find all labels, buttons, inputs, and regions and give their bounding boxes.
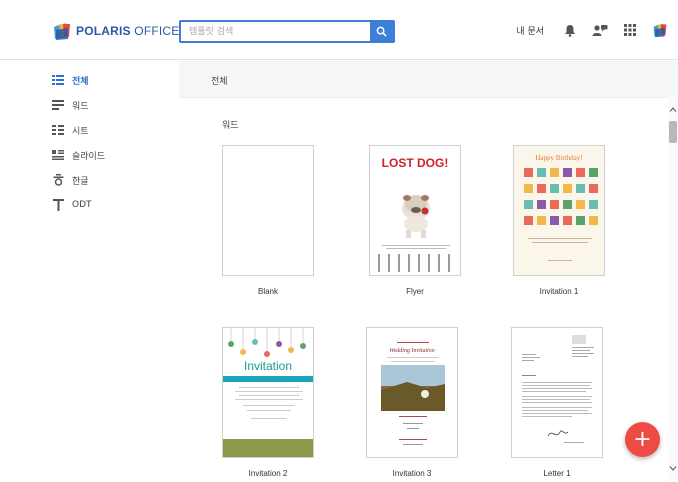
template-label: Blank	[257, 287, 278, 296]
template-label: Invitation 3	[392, 469, 432, 478]
page-title: 전체	[211, 77, 228, 87]
sidebar-item-label: 워드	[72, 101, 89, 112]
polaris-logo[interactable]: POLARIS OFFICE	[52, 21, 179, 41]
all-list-icon	[52, 74, 64, 86]
template-card-invitation-3[interactable]: Wedding Invitation Invitation 3	[366, 327, 458, 478]
hanging-ornaments	[223, 328, 313, 457]
sidebar-item-hangul[interactable]: 한글	[52, 171, 89, 189]
header-actions: 내 문서	[516, 22, 668, 38]
logo-text: POLARIS OFFICE	[76, 24, 180, 38]
sidebar-item-label: ODT	[72, 200, 92, 210]
template-card-flyer[interactable]: LOST DOG! Flyer	[369, 145, 461, 296]
sidebar-item-label: 시트	[72, 126, 89, 137]
scroll-up-arrow-icon[interactable]	[668, 103, 678, 115]
search-icon	[376, 26, 387, 37]
sidebar-item-all[interactable]: 전체	[52, 71, 89, 89]
apps-grid-icon[interactable]	[622, 22, 638, 38]
template-search	[179, 20, 395, 43]
sidebar-item-label: 한글	[72, 176, 89, 187]
account-profile-icon[interactable]	[652, 22, 668, 38]
template-card-letter-1[interactable]: Letter 1	[511, 327, 603, 478]
search-button[interactable]	[370, 22, 393, 41]
odt-icon	[52, 199, 64, 211]
sidebar-item-word[interactable]: 워드	[52, 96, 89, 114]
wedding-photo	[381, 342, 445, 445]
sidebar-item-slide[interactable]: 슬라이드	[52, 146, 105, 164]
my-documents-link[interactable]: 내 문서	[516, 24, 544, 37]
sidebar-item-label: 슬라이드	[72, 151, 106, 162]
sheet-icon	[52, 124, 64, 136]
polaris-logo-icon	[54, 23, 70, 40]
invitation-headline: Invitation	[243, 359, 293, 373]
template-thumbnail	[222, 145, 314, 276]
template-search-input[interactable]	[181, 22, 370, 41]
sidebar-item-label: 전체	[72, 76, 89, 87]
content-scrollbar[interactable]	[668, 97, 678, 482]
category-sidebar: 전체 워드 시트 슬라이드 한글 ODT	[0, 61, 179, 482]
template-thumbnail: Happy Birthday!	[513, 145, 605, 276]
birthday-icons-grid	[524, 168, 598, 261]
notification-bell-icon[interactable]	[562, 22, 578, 38]
scrollbar-thumb[interactable]	[669, 121, 677, 143]
share-users-icon[interactable]	[592, 22, 608, 38]
add-template-button[interactable]: +	[625, 422, 660, 457]
template-card-invitation-2[interactable]: Invitation Invitation 2	[222, 327, 314, 478]
slide-icon	[52, 149, 64, 161]
template-panel: 워드 Blank LOST DOG! Flyer Happy Birthday!…	[179, 97, 668, 482]
template-card-invitation-1[interactable]: Happy Birthday! Invitation 1	[513, 145, 605, 296]
template-label: Invitation 1	[539, 287, 579, 296]
hangul-icon	[52, 174, 64, 186]
template-thumbnail: LOST DOG!	[369, 145, 461, 276]
app-header: POLARIS OFFICE 내 문서	[0, 0, 678, 60]
template-thumbnail: Invitation	[222, 327, 314, 458]
section-title: 워드	[222, 121, 239, 131]
template-label: Letter 1	[543, 469, 571, 478]
template-label: Flyer	[406, 287, 424, 296]
sidebar-item-odt[interactable]: ODT	[52, 196, 92, 214]
word-doc-icon	[52, 99, 64, 111]
template-label: Invitation 2	[248, 469, 288, 478]
sidebar-item-sheet[interactable]: 시트	[52, 121, 89, 139]
polaris-office-window: ? – □ × POLARIS OFFICE 내 문서	[0, 0, 678, 482]
letter-preview	[522, 335, 594, 443]
template-content-area: 전체 워드 Blank LOST DOG! Flyer Happy Birthd…	[179, 61, 678, 482]
template-thumbnail	[511, 327, 603, 458]
template-thumbnail: Wedding Invitation	[366, 327, 458, 458]
scroll-down-arrow-icon[interactable]	[668, 462, 678, 474]
template-card-blank[interactable]: Blank	[222, 145, 314, 296]
